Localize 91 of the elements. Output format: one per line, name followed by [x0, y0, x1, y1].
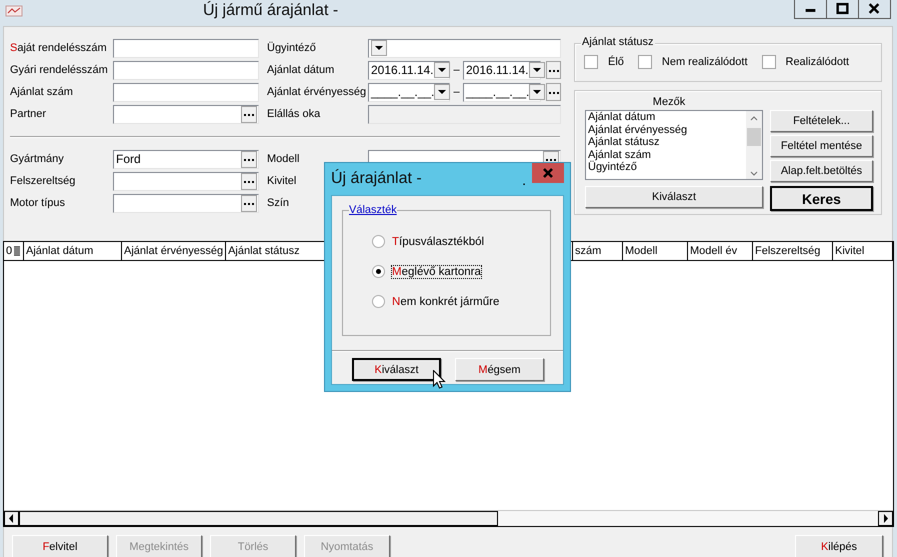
ellipsis-icon: [546, 156, 556, 162]
group-title: Ajánlat státusz: [581, 36, 655, 48]
dropdown-button[interactable]: [434, 62, 450, 78]
range-separator: –: [452, 86, 461, 98]
column-header[interactable]: Modell: [623, 242, 688, 260]
list-icon: [13, 246, 21, 256]
ellipsis-icon: [548, 89, 558, 95]
checkbox-label: Realizálódott: [786, 56, 850, 68]
field-label: Ajánlat érvényesség: [267, 86, 366, 98]
ellipsis-button[interactable]: [241, 194, 257, 212]
ellipsis-icon: [244, 156, 254, 162]
dropdown-button[interactable]: [371, 40, 387, 56]
ellipsis-icon: [244, 178, 254, 184]
ellipsis-button[interactable]: [546, 83, 561, 101]
dialog-button[interactable]: Kiválaszt: [352, 358, 441, 381]
list-item[interactable]: Ajánlat státusz: [588, 136, 746, 148]
dropdown-button[interactable]: [434, 84, 450, 100]
radio-label: Meglévő kartonra: [392, 266, 481, 278]
column-header[interactable]: Kivitel: [833, 242, 893, 260]
ellipsis-button[interactable]: [241, 172, 257, 190]
window-title: Új jármű árajánlat -: [203, 2, 338, 20]
action-button[interactable]: Felvitel: [12, 535, 108, 557]
checkbox[interactable]: [584, 55, 598, 69]
checkbox-label: Nem realizálódott: [662, 56, 748, 68]
action-button[interactable]: Alap.felt.betöltés: [770, 160, 873, 182]
dropdown-button[interactable]: [528, 62, 545, 78]
action-button[interactable]: Feltételek...: [770, 110, 873, 132]
field-label: Ajánlat szám: [10, 86, 73, 98]
date-field[interactable]: ____.__.__.: [368, 82, 450, 102]
field-label: Motor típus: [10, 197, 66, 209]
list-item[interactable]: Ajánlat szám: [588, 148, 746, 161]
radio-label: Típusválasztékból: [392, 236, 484, 248]
field-label: Gyári rendelésszám: [10, 64, 108, 76]
group-title: Mezők: [652, 96, 686, 108]
search-button[interactable]: Keres: [770, 186, 873, 211]
input-field[interactable]: [113, 38, 259, 58]
radio-button[interactable]: [372, 295, 385, 308]
column-header[interactable]: Ajánlat érvényesség: [122, 242, 226, 260]
ellipsis-button[interactable]: [241, 150, 257, 168]
column-header[interactable]: szám: [573, 242, 623, 260]
lookup-field[interactable]: [113, 172, 259, 190]
radio-button[interactable]: [372, 235, 385, 248]
radio-label: Nem konkrét járműre: [392, 296, 500, 308]
ellipsis-icon: [244, 111, 254, 117]
radio-button[interactable]: [372, 265, 385, 278]
group-title-link[interactable]: Választék: [349, 204, 397, 216]
field-label: Saját rendelésszám: [10, 42, 107, 54]
list-item[interactable]: Ügyintéző: [588, 161, 746, 174]
field-label: Felszereltség: [10, 175, 76, 187]
field-label: Modell: [267, 153, 300, 165]
column-header[interactable]: Ajánlat dátum: [24, 242, 122, 260]
action-button[interactable]: Kilépés: [795, 535, 883, 557]
ellipsis-button[interactable]: [546, 61, 561, 79]
dialog-title: Új árajánlat -: [331, 170, 422, 188]
scrollbar-thumb[interactable]: [19, 511, 498, 526]
dropdown-button[interactable]: [529, 84, 546, 100]
field-label: Gyártmány: [10, 153, 64, 165]
dialog-button[interactable]: Mégsem: [455, 358, 544, 381]
ellipsis-icon: [244, 200, 254, 206]
field-label: Ajánlat dátum: [267, 64, 334, 76]
range-separator: –: [452, 64, 461, 76]
checkbox[interactable]: [638, 55, 652, 69]
field-label: Elállás oka: [267, 108, 320, 120]
row-header: 0: [4, 242, 24, 260]
lookup-field[interactable]: [113, 194, 259, 212]
list-item[interactable]: Ajánlat dátum: [588, 111, 746, 124]
input-field[interactable]: [113, 82, 259, 102]
list-item[interactable]: Ajánlat érvényesség: [588, 124, 746, 136]
cursor-icon: [433, 370, 446, 389]
combo-field[interactable]: [368, 38, 561, 58]
date-field[interactable]: 2016.11.14.: [368, 60, 450, 80]
checkbox[interactable]: [762, 55, 776, 69]
column-header[interactable]: Felszereltség: [753, 242, 833, 260]
field-label: Kivitel: [267, 175, 296, 187]
ellipsis-button[interactable]: [241, 106, 257, 122]
action-button[interactable]: Feltétel mentése: [770, 135, 873, 157]
scroll-left-button[interactable]: [4, 511, 19, 526]
lookup-field[interactable]: [113, 104, 259, 124]
field-label: Partner: [10, 108, 46, 120]
select-button[interactable]: Kiválaszt: [585, 186, 763, 208]
field-label: Szín: [267, 197, 290, 209]
field-label: Ügyintéző: [267, 42, 316, 54]
scroll-right-button[interactable]: [878, 511, 893, 526]
column-header[interactable]: Modell év: [688, 242, 753, 260]
checkbox-label: Élő: [608, 56, 624, 68]
dialog-title: .: [522, 172, 526, 188]
scrollbar[interactable]: [746, 111, 762, 179]
lookup-field[interactable]: Ford: [113, 150, 259, 168]
app-icon: [5, 4, 23, 18]
input-field[interactable]: [113, 60, 259, 80]
ellipsis-icon: [548, 67, 558, 73]
